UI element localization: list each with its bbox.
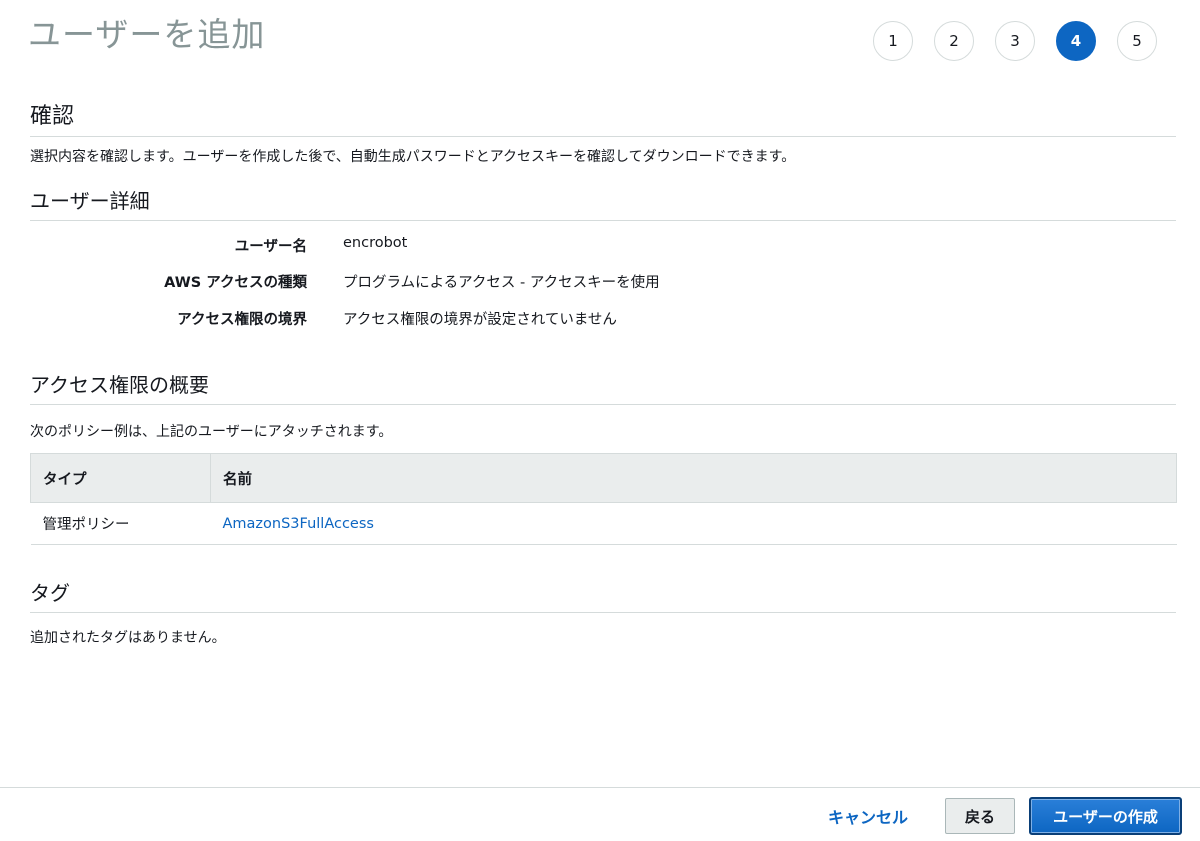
step-indicator: 1 2 3 4 5: [873, 21, 1157, 61]
policy-link[interactable]: AmazonS3FullAccess: [223, 516, 374, 532]
policy-table: タイプ 名前 管理ポリシー AmazonS3FullAccess: [30, 453, 1177, 545]
step-1[interactable]: 1: [873, 21, 913, 61]
detail-row-permissions-boundary: アクセス権限の境界 アクセス権限の境界が設定されていません: [30, 308, 1170, 330]
review-heading: 確認: [30, 98, 1176, 137]
create-user-button[interactable]: ユーザーの作成: [1029, 797, 1182, 835]
detail-row-username: ユーザー名 encrobot: [30, 235, 1170, 257]
detail-row-access-type: AWS アクセスの種類 プログラムによるアクセス - アクセスキーを使用: [30, 271, 1170, 293]
detail-value: アクセス権限の境界が設定されていません: [343, 312, 617, 328]
table-row: 管理ポリシー AmazonS3FullAccess: [30, 502, 1177, 545]
detail-label: AWS アクセスの種類: [164, 275, 307, 291]
permissions-heading: アクセス権限の概要: [30, 369, 1176, 405]
step-4[interactable]: 4: [1056, 21, 1096, 61]
wizard-footer: キャンセル 戻る ユーザーの作成: [0, 787, 1200, 841]
detail-value: encrobot: [343, 235, 408, 251]
detail-value: プログラムによるアクセス - アクセスキーを使用: [343, 275, 660, 291]
table-header-row: タイプ 名前: [30, 453, 1177, 503]
step-2[interactable]: 2: [934, 21, 974, 61]
tags-description: 追加されたタグはありません。: [30, 630, 226, 646]
review-description: 選択内容を確認します。ユーザーを作成した後で、自動生成パスワードとアクセスキーを…: [30, 149, 796, 165]
column-header-type: タイプ: [30, 453, 211, 503]
step-5[interactable]: 5: [1117, 21, 1157, 61]
detail-label: アクセス権限の境界: [177, 312, 307, 328]
column-header-name: 名前: [210, 453, 1177, 503]
permissions-description: 次のポリシー例は、上記のユーザーにアタッチされます。: [30, 424, 393, 440]
detail-label: ユーザー名: [234, 239, 307, 255]
step-3[interactable]: 3: [995, 21, 1035, 61]
add-user-page: ユーザーを追加 1 2 3 4 5 確認 選択内容を確認します。ユーザーを作成し…: [0, 0, 1200, 841]
user-details-heading: ユーザー詳細: [30, 185, 1176, 221]
cancel-button[interactable]: キャンセル: [828, 804, 908, 828]
page-title: ユーザーを追加: [28, 15, 266, 54]
policy-type-cell: 管理ポリシー: [30, 502, 211, 545]
tags-heading: タグ: [30, 577, 1176, 613]
back-button[interactable]: 戻る: [945, 798, 1015, 834]
policy-name-cell: AmazonS3FullAccess: [210, 502, 1177, 545]
